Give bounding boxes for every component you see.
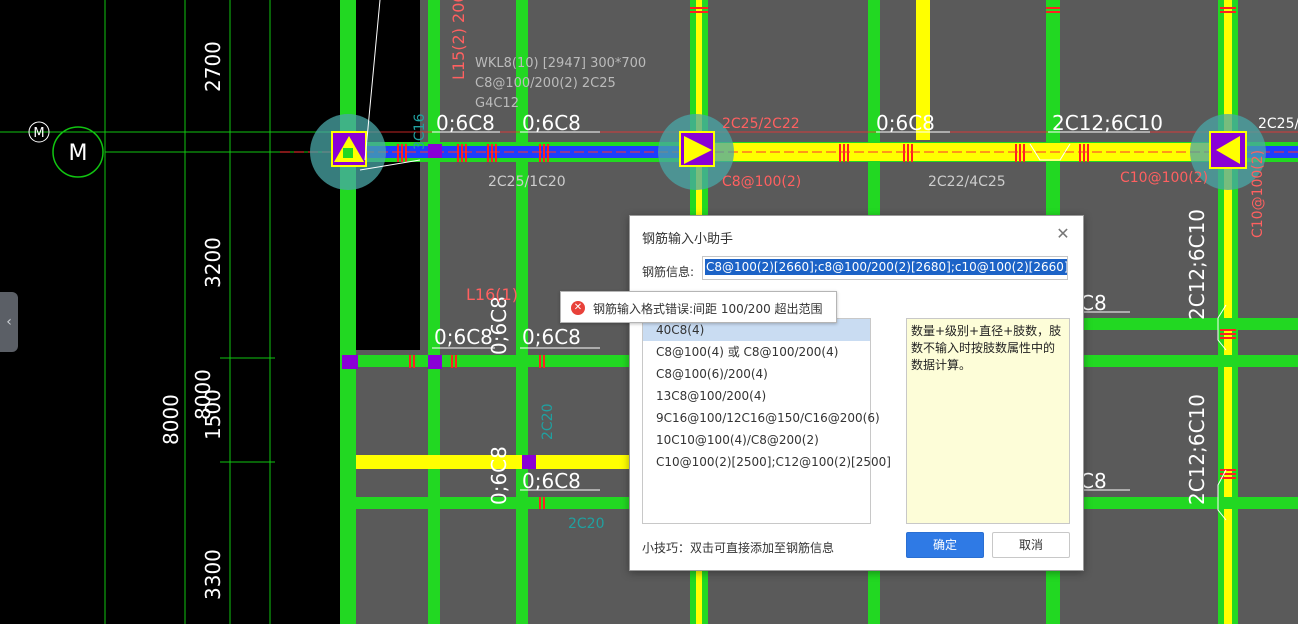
rebar-tag: C8 <box>1080 291 1107 315</box>
axis-label-large: M <box>69 141 88 166</box>
cancel-button[interactable]: 取消 <box>992 532 1070 558</box>
rebar-red-label: C10@100(2) <box>1250 150 1266 238</box>
dim-text: 2700 <box>201 41 225 92</box>
axis-label-small: M <box>33 126 44 141</box>
rebar-info-value: C8@100(2)[2660];c8@100/200(2)[2680];c10@… <box>705 259 1068 275</box>
rebar-tag: 0;6C8 <box>522 325 581 349</box>
rebar-info-input[interactable]: C8@100(2)[2660];c8@100/200(2)[2680];c10@… <box>702 256 1068 280</box>
list-item[interactable]: C8@100(6)/200(4) <box>643 363 870 385</box>
rebar-cyan-label: 3C16 <box>412 113 428 150</box>
rebar-tag: 0;6C8 <box>876 111 935 135</box>
list-item[interactable]: 13C8@100/200(4) <box>643 385 870 407</box>
beam-spec-2: C8@100/200(2) 2C25 <box>475 76 616 91</box>
error-tooltip: ✕ 钢筋输入格式错误:间距 100/200 超出范围 <box>560 291 837 323</box>
ok-button[interactable]: 确定 <box>906 532 984 558</box>
close-icon[interactable]: ✕ <box>1053 224 1073 244</box>
rebar-grey-label: 2C22/4C25 <box>928 174 1006 190</box>
format-description: 数量+级别+直径+肢数，肢数不输入时按肢数属性中的数据计算。 <box>906 318 1070 524</box>
list-item[interactable]: C10@100(2)[2500];C12@100(2)[2500] <box>643 451 891 473</box>
tip-text: 小技巧：双击可直接添加至钢筋信息 <box>642 541 835 555</box>
rebar-cyan-label: 2C20 <box>540 404 556 441</box>
rebar-cyan-label: 2C20 <box>568 516 605 532</box>
rebar-info-label: 钢筋信息: <box>642 265 695 279</box>
rebar-tag: 0;6C8 <box>522 111 581 135</box>
rebar-label: 2C25/4C2 <box>1258 116 1298 132</box>
dim-text: 8000 <box>159 394 183 445</box>
rebar-tag: 0;6C8 <box>522 469 581 493</box>
rebar-red-label: C8@100(2) <box>722 174 801 190</box>
rebar-tag: 0;6C8 <box>487 446 511 505</box>
rebar-tag: 2C12;6C10 <box>1185 394 1209 505</box>
beam-name: L16(1) <box>466 285 518 304</box>
beam-name: L15(2) 200 <box>449 0 468 80</box>
rebar-grey-label: 2C25/1C20 <box>488 174 566 190</box>
rebar-tag: 0;6C8 <box>487 296 511 355</box>
rebar-tag: 2C12;6C10 <box>1052 111 1163 135</box>
side-panel-toggle[interactable]: ‹ <box>0 292 18 352</box>
rebar-tag: 0;6C8 <box>434 325 493 349</box>
dialog-title: 钢筋输入小助手 <box>642 232 734 247</box>
error-message: 钢筋输入格式错误:间距 100/200 超出范围 <box>593 302 823 316</box>
beam-spec-3: G4C12 <box>475 96 519 111</box>
list-item[interactable]: 10C10@100(4)/C8@200(2) <box>643 429 870 451</box>
rebar-red-label: 2C25/2C22 <box>722 116 800 132</box>
beam-spec-1: WKL8(10) [2947] 300*700 <box>475 56 646 71</box>
dim-text: 3300 <box>201 549 225 600</box>
example-list[interactable]: 40C8(4) C8@100(4) 或 C8@100/200(4) C8@100… <box>642 318 891 524</box>
rebar-tag: C8 <box>1080 469 1107 493</box>
rebar-input-dialog: 钢筋输入小助手 ✕ 钢筋信息: C8@100(2)[2660];c8@100/2… <box>629 215 1084 571</box>
chevron-left-icon: ‹ <box>6 314 12 330</box>
list-item[interactable]: 9C16@100/12C16@150/C16@200(6) <box>643 407 880 429</box>
rebar-red-label: C10@100(2) <box>1120 170 1208 186</box>
rebar-tag: 0;6C8 <box>436 111 495 135</box>
dim-text: 1500 <box>201 389 225 440</box>
error-icon: ✕ <box>571 301 585 315</box>
dim-text: 3200 <box>201 237 225 288</box>
list-item[interactable]: C8@100(4) 或 C8@100/200(4) <box>643 341 870 363</box>
cad-left-background <box>0 0 340 624</box>
rebar-tag: 2C12;6C10 <box>1185 209 1209 320</box>
